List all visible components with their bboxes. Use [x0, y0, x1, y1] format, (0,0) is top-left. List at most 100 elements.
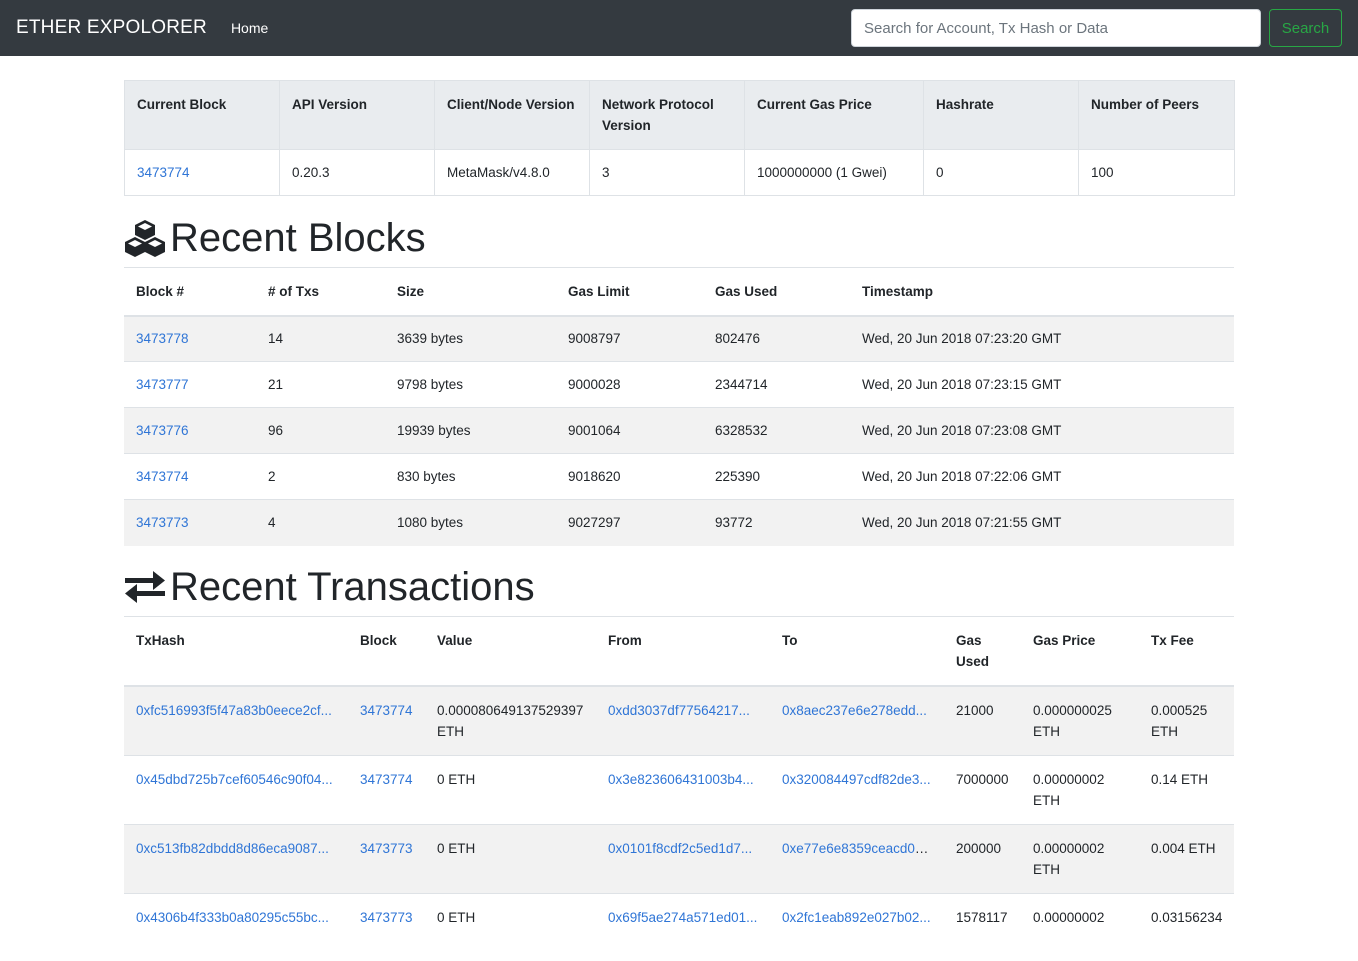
block-size: 830 bytes: [385, 453, 556, 500]
table-row: 0x45dbd725b7cef60546c90f04... 3473774 0 …: [124, 755, 1234, 825]
table-row: 0xc513fb82dbdd8d86eca9087... 3473773 0 E…: [124, 824, 1234, 894]
blocks-header-gas-used: Gas Used: [703, 267, 850, 317]
protocol-version-value: 3: [589, 149, 745, 196]
block-gas-used: 93772: [703, 499, 850, 546]
api-version-value: 0.20.3: [279, 149, 435, 196]
tx-from-link[interactable]: 0x0101f8cdf2c5ed1d7...: [608, 841, 752, 856]
block-timestamp: Wed, 20 Jun 2018 07:21:55 GMT: [850, 499, 1234, 546]
block-link[interactable]: 3473778: [136, 331, 189, 346]
recent-blocks: Block # # of Txs Size Gas Limit Gas Used…: [124, 267, 1234, 546]
block-gas-limit: 9000028: [556, 361, 703, 408]
block-size: 19939 bytes: [385, 407, 556, 454]
block-timestamp: Wed, 20 Jun 2018 07:23:08 GMT: [850, 407, 1234, 454]
tx-block-link[interactable]: 3473773: [360, 910, 413, 925]
blocks-header-number: Block #: [124, 267, 256, 317]
search-input[interactable]: [851, 9, 1261, 47]
current-block-link[interactable]: 3473774: [137, 165, 190, 180]
blocks-header-txs: # of Txs: [256, 267, 385, 317]
tx-header-from: From: [596, 616, 770, 687]
tx-gas-price: 0.00000002: [1021, 893, 1139, 961]
recent-transactions-heading: Recent Transactions: [124, 563, 535, 611]
stat-header-peers: Number of Peers: [1078, 80, 1235, 150]
tx-header-block: Block: [348, 616, 425, 687]
table-row: 3473773 4 1080 bytes 9027297 93772 Wed, …: [124, 499, 1234, 546]
tx-to-link[interactable]: 0xe77e6e8359ceacd07...: [782, 841, 934, 856]
block-link[interactable]: 3473774: [136, 469, 189, 484]
table-row: 3473774 2 830 bytes 9018620 225390 Wed, …: [124, 453, 1234, 500]
block-link[interactable]: 3473776: [136, 423, 189, 438]
block-gas-used: 2344714: [703, 361, 850, 408]
tx-header-hash: TxHash: [124, 616, 348, 687]
tx-block-link[interactable]: 3473774: [360, 772, 413, 787]
tx-value: 0 ETH: [425, 893, 596, 961]
network-stats: Current Block API Version Client/Node Ve…: [124, 80, 1235, 196]
tx-from-link[interactable]: 0x69f5ae274a571ed01...: [608, 910, 757, 925]
blocks-header-gas-limit: Gas Limit: [556, 267, 703, 317]
table-row: 3473776 96 19939 bytes 9001064 6328532 W…: [124, 407, 1234, 454]
exchange-icon: [125, 571, 165, 603]
tx-hash-link[interactable]: 0x4306b4f333b0a80295c55bc...: [136, 910, 329, 925]
table-row: 0x4306b4f333b0a80295c55bc... 3473773 0 E…: [124, 893, 1234, 961]
gas-price-value: 1000000000 (1 Gwei): [744, 149, 924, 196]
block-gas-used: 225390: [703, 453, 850, 500]
block-link[interactable]: 3473773: [136, 515, 189, 530]
recent-transactions: TxHash Block Value From To Gas Used Gas …: [124, 616, 1234, 961]
table-row: 3473777 21 9798 bytes 9000028 2344714 We…: [124, 361, 1234, 408]
block-gas-limit: 9008797: [556, 315, 703, 362]
nav-home-link[interactable]: Home: [231, 20, 268, 36]
block-tx-count: 4: [256, 499, 385, 546]
block-tx-count: 21: [256, 361, 385, 408]
block-gas-limit: 9018620: [556, 453, 703, 500]
stat-header-current-block: Current Block: [124, 80, 280, 150]
stat-header-api-version: API Version: [279, 80, 435, 150]
tx-header-value: Value: [425, 616, 596, 687]
brand-logo[interactable]: ETHER EXPOLORER: [16, 17, 207, 39]
stats-table: Current Block API Version Client/Node Ve…: [124, 80, 1235, 196]
tx-to-link[interactable]: 0x2fc1eab892e027b02...: [782, 910, 931, 925]
tx-hash-link[interactable]: 0xc513fb82dbdd8d86eca9087...: [136, 841, 329, 856]
block-tx-count: 2: [256, 453, 385, 500]
block-size: 9798 bytes: [385, 361, 556, 408]
tx-header-to: To: [770, 616, 944, 687]
search-button[interactable]: Search: [1269, 9, 1342, 47]
blocks-header-size: Size: [385, 267, 556, 317]
stat-header-client-version: Client/Node Version: [434, 80, 590, 150]
recent-blocks-heading: Recent Blocks: [124, 214, 426, 262]
block-size: 1080 bytes: [385, 499, 556, 546]
recent-blocks-title: Recent Blocks: [170, 215, 426, 260]
transactions-table: TxHash Block Value From To Gas Used Gas …: [124, 616, 1234, 961]
cubes-icon: [125, 220, 165, 257]
tx-value: 0.000080649137529397 ETH: [425, 685, 596, 756]
top-navbar: ETHER EXPOLORER Home Search: [0, 0, 1358, 56]
block-gas-limit: 9027297: [556, 499, 703, 546]
tx-gas-used: 200000: [944, 824, 1021, 894]
tx-fee: 0.004 ETH: [1139, 824, 1234, 894]
tx-header-gas-price: Gas Price: [1021, 616, 1139, 687]
tx-from-link[interactable]: 0xdd3037df77564217...: [608, 703, 750, 718]
tx-gas-used: 1578117: [944, 893, 1021, 961]
table-row: 3473778 14 3639 bytes 9008797 802476 Wed…: [124, 315, 1234, 362]
tx-header-gas-used: Gas Used: [944, 616, 1021, 687]
block-timestamp: Wed, 20 Jun 2018 07:23:15 GMT: [850, 361, 1234, 408]
tx-to-link[interactable]: 0x8aec237e6e278edd...: [782, 703, 927, 718]
recent-transactions-title: Recent Transactions: [170, 564, 535, 609]
block-gas-used: 6328532: [703, 407, 850, 454]
tx-gas-price: 0.00000002 ETH: [1021, 824, 1139, 894]
tx-hash-link[interactable]: 0x45dbd725b7cef60546c90f04...: [136, 772, 333, 787]
tx-fee: 0.000525 ETH: [1139, 685, 1234, 756]
tx-gas-used: 7000000: [944, 755, 1021, 825]
tx-block-link[interactable]: 3473774: [360, 703, 413, 718]
tx-block-link[interactable]: 3473773: [360, 841, 413, 856]
client-version-value: MetaMask/v4.8.0: [434, 149, 590, 196]
tx-gas-price: 0.00000002 ETH: [1021, 755, 1139, 825]
block-timestamp: Wed, 20 Jun 2018 07:22:06 GMT: [850, 453, 1234, 500]
tx-hash-link[interactable]: 0xfc516993f5f47a83b0eece2cf...: [136, 703, 332, 718]
hashrate-value: 0: [923, 149, 1079, 196]
stat-header-hashrate: Hashrate: [923, 80, 1079, 150]
block-tx-count: 96: [256, 407, 385, 454]
tx-from-link[interactable]: 0x3e823606431003b4...: [608, 772, 754, 787]
tx-to-link[interactable]: 0x320084497cdf82de3...: [782, 772, 931, 787]
stat-header-gas-price: Current Gas Price: [744, 80, 924, 150]
block-link[interactable]: 3473777: [136, 377, 189, 392]
block-gas-used: 802476: [703, 315, 850, 362]
